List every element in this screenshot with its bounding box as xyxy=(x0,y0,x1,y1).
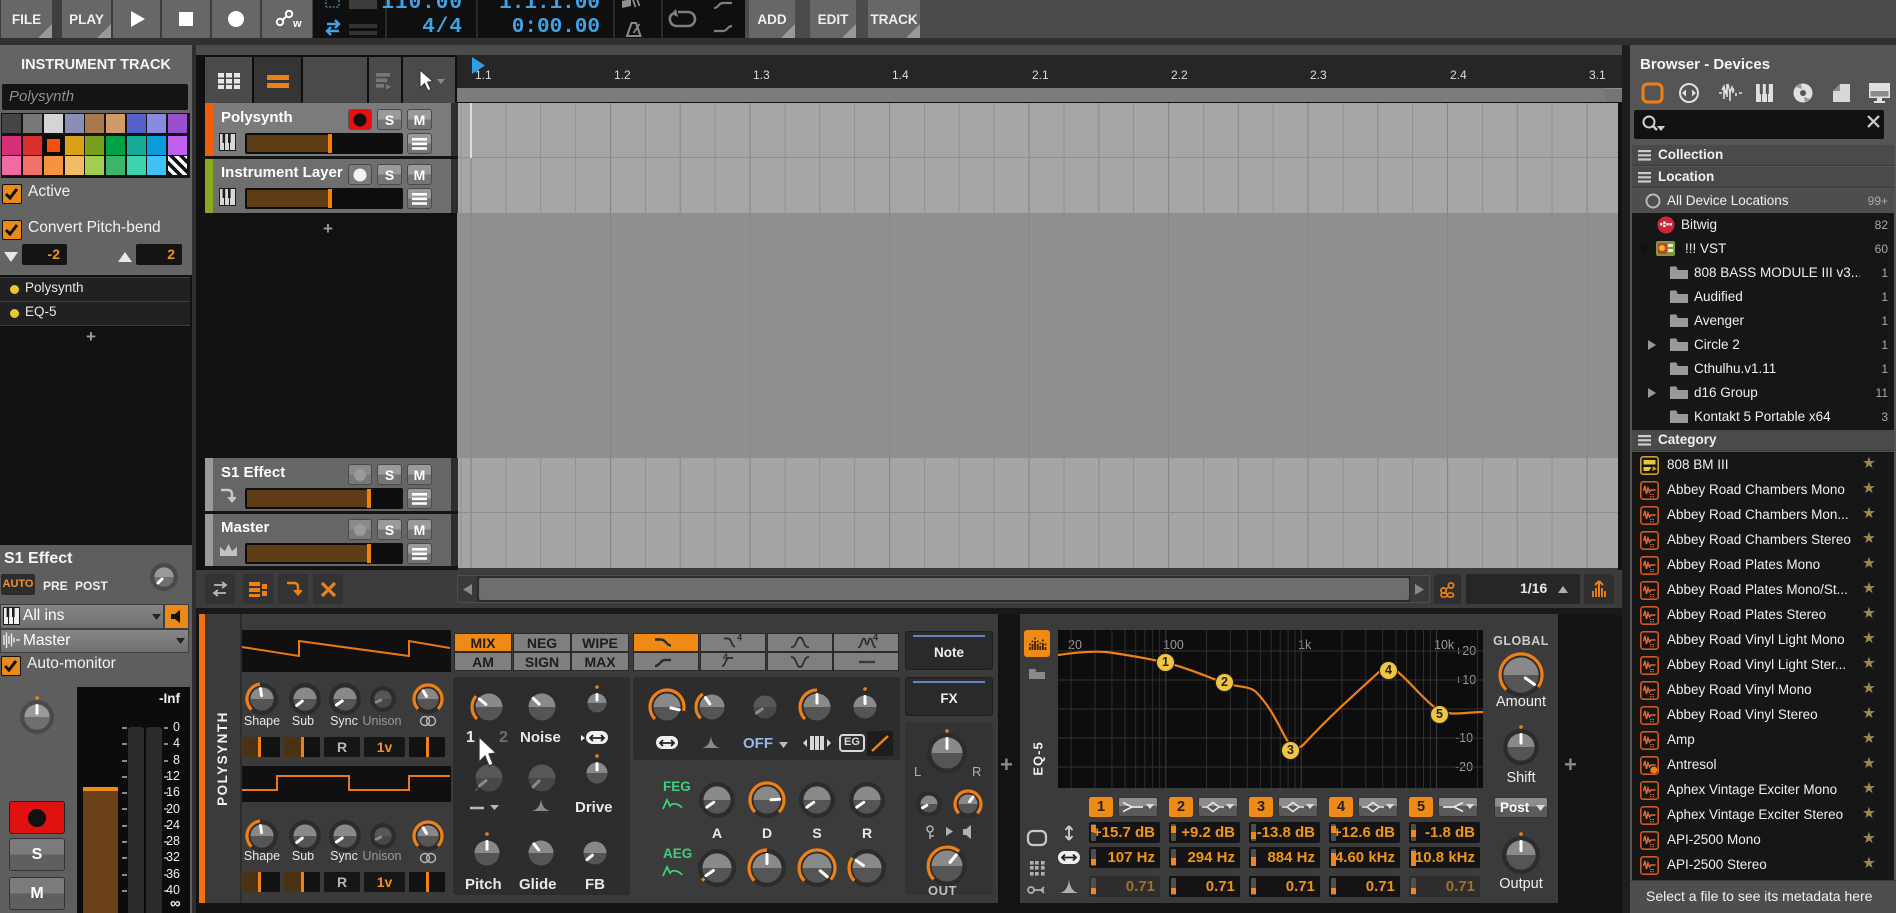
svg-text:w: w xyxy=(292,18,302,30)
